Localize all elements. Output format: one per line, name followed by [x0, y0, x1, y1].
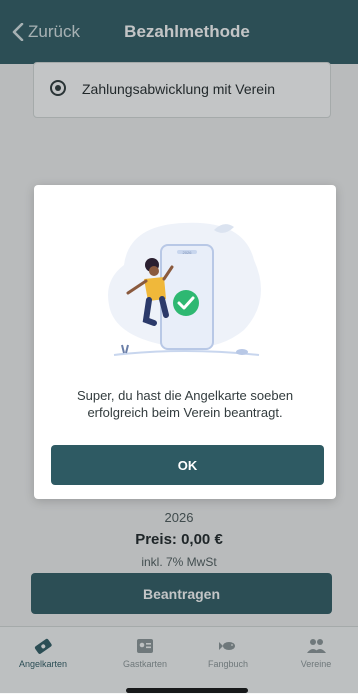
success-illustration: 2026 — [108, 222, 262, 356]
screen: Zurück Bezahlmethode Zahlungsabwicklung … — [0, 0, 358, 694]
ok-button[interactable]: OK — [51, 445, 324, 485]
phone-label: 2026 — [183, 250, 193, 255]
modal-overlay[interactable]: 2026 Super, du hast die Angelkarte soebe… — [0, 0, 358, 693]
success-dialog: 2026 Super, du hast die Angelkarte soebe… — [34, 185, 336, 499]
success-message: Super, du hast die Angelkarte soeben erf… — [76, 388, 294, 420]
